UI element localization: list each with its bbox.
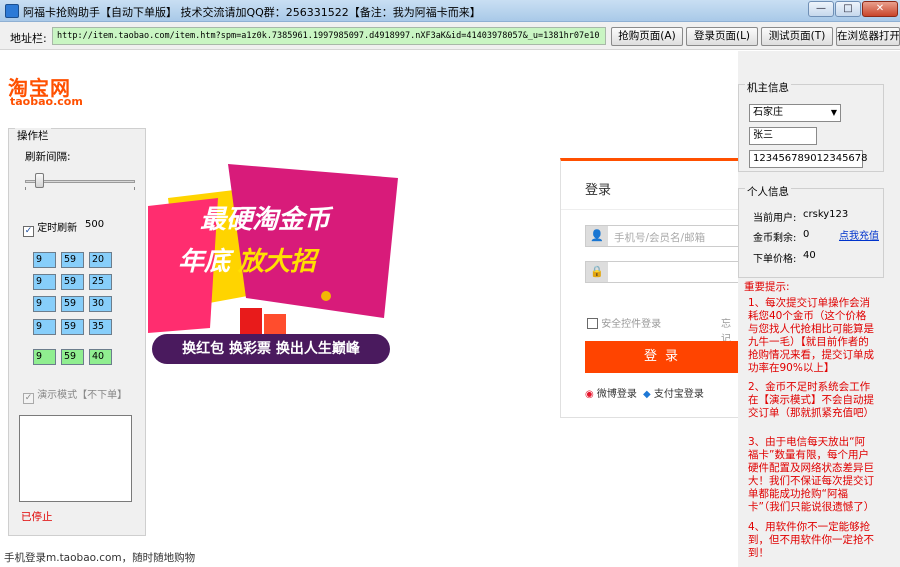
window-title: 阿福卡抢购助手【自动下单版】 技术交流请加QQ群：256331522【备注：我为… xyxy=(23,6,481,19)
username-field[interactable]: 👤 手机号/会员名/邮箱 xyxy=(585,225,745,247)
app-icon xyxy=(5,4,19,18)
time-hour-2[interactable]: 9 xyxy=(33,274,56,290)
operations-group: 操作栏 刷新间隔: ✓ 定时刷新 500 9 59 20 9 59 25 9 5… xyxy=(8,128,146,536)
time-hour-4[interactable]: 9 xyxy=(33,319,56,335)
alipay-login-label: 支付宝登录 xyxy=(653,389,704,400)
time-minute-4[interactable]: 59 xyxy=(61,319,84,335)
right-panel: 机主信息 石家庄 ▼ 张三 123456789012345678 个人信息 当前… xyxy=(738,51,900,567)
city-select[interactable]: 石家庄 ▼ xyxy=(749,104,841,122)
login-divider xyxy=(561,209,741,210)
recharge-link[interactable]: 点我充值 xyxy=(839,227,879,242)
weibo-login-label: 微博登录 xyxy=(596,389,637,400)
current-user-label: 当前用户: xyxy=(753,213,797,224)
password-field[interactable]: 🔒 xyxy=(585,261,745,283)
chevron-down-icon: ▼ xyxy=(830,108,837,117)
red-envelope-icon-2 xyxy=(264,314,286,336)
id-number-input[interactable]: 123456789012345678 xyxy=(749,150,868,168)
address-label: 地址栏: xyxy=(10,32,47,45)
timed-refresh-label: 定时刷新 xyxy=(37,223,78,234)
time-minute-1[interactable]: 59 xyxy=(61,252,84,268)
current-time-hour: 9 xyxy=(33,349,56,365)
notice-title: 重要提示: xyxy=(744,281,790,293)
coins-value: 0 xyxy=(803,229,810,240)
refresh-interval-slider[interactable] xyxy=(25,173,135,190)
machine-info-title: 机主信息 xyxy=(745,80,791,95)
gold-coin-icon xyxy=(321,291,331,301)
slider-thumb[interactable] xyxy=(35,173,44,188)
login-page-button[interactable]: 登录页面(L) xyxy=(686,27,758,46)
notice-tip-1: 1、每次提交订单操作会消耗您40个金币（这个价格与您找人代抢相比可能算是九牛一毛… xyxy=(748,297,874,374)
notice-tip-2: 2、金币不足时系统会工作在【演示模式】不会自动提交订单（那就抓紧充值吧） xyxy=(748,381,874,419)
status-text: 已停止 xyxy=(21,511,53,523)
login-button[interactable]: 登录 xyxy=(585,341,745,373)
banner-headline-1: 最硬淘金币 xyxy=(200,205,334,235)
banner-magenta-shape xyxy=(228,164,398,318)
red-envelope-icon xyxy=(240,308,262,334)
price-value: 40 xyxy=(803,250,816,261)
safe-login-checkbox[interactable] xyxy=(587,318,598,329)
username-placeholder: 手机号/会员名/邮箱 xyxy=(614,232,706,244)
personal-info-title: 个人信息 xyxy=(745,184,791,199)
maximize-button[interactable]: □ xyxy=(835,1,861,17)
timed-refresh-checkbox[interactable]: ✓ xyxy=(23,226,34,237)
banner-cta-button[interactable]: 换红包 换彩票 换出人生巅峰 xyxy=(152,334,390,364)
personal-info-group: 个人信息 当前用户: crsky123 金币剩余: 0 点我充值 下单价格: 4… xyxy=(738,184,884,278)
name-input[interactable]: 张三 xyxy=(749,127,817,145)
safe-login-option[interactable]: 安全控件登录 xyxy=(587,315,661,330)
demo-mode-checkbox[interactable]: ✓ xyxy=(23,393,34,404)
price-label: 下单价格: xyxy=(753,254,797,265)
address-toolbar: 地址栏: http://item.taobao.com/item.htm?spm… xyxy=(0,22,900,50)
time-minute-3[interactable]: 59 xyxy=(61,296,84,312)
slider-ticks xyxy=(25,187,135,190)
time-minute-2[interactable]: 59 xyxy=(61,274,84,290)
weibo-icon: ◉ xyxy=(585,389,594,400)
time-hour-3[interactable]: 9 xyxy=(33,296,56,312)
time-second-4[interactable]: 35 xyxy=(89,319,112,335)
timed-refresh-value: 500 xyxy=(85,219,105,230)
alipay-login-link[interactable]: ◆ 支付宝登录 xyxy=(643,385,704,400)
time-hour-1[interactable]: 9 xyxy=(33,252,56,268)
log-textbox[interactable] xyxy=(19,415,132,502)
test-page-button[interactable]: 测试页面(T) xyxy=(761,27,833,46)
coins-label: 金币剩余: xyxy=(753,233,797,244)
operations-group-title: 操作栏 xyxy=(15,128,51,143)
timed-refresh-option[interactable]: ✓ 定时刷新 xyxy=(23,219,77,237)
alipay-icon: ◆ xyxy=(643,389,651,400)
open-in-browser-button[interactable]: 在浏览器打开 xyxy=(836,27,900,46)
weibo-login-link[interactable]: ◉ 微博登录 xyxy=(585,385,637,400)
title-bar: 阿福卡抢购助手【自动下单版】 技术交流请加QQ群：256331522【备注：我为… xyxy=(0,0,900,22)
demo-mode-label: 演示模式【不下单】 xyxy=(37,390,128,401)
refresh-interval-label: 刷新间隔: xyxy=(25,151,71,163)
time-second-2[interactable]: 25 xyxy=(89,274,112,290)
user-icon: 👤 xyxy=(586,226,608,246)
current-time-second: 40 xyxy=(89,349,112,365)
close-button[interactable]: ✕ xyxy=(862,1,898,17)
current-user-value: crsky123 xyxy=(803,209,849,220)
mobile-login-text[interactable]: 手机登录m.taobao.com，随时随地购物 xyxy=(4,550,195,565)
minimize-button[interactable]: — xyxy=(808,1,834,17)
lock-icon: 🔒 xyxy=(586,262,608,282)
login-title: 登录 xyxy=(585,183,612,198)
notice-tip-3: 3、由于电信每天放出“阿福卡”数量有限，每个用户硬件配置及网络状态差异巨大！我们… xyxy=(748,436,875,513)
time-second-1[interactable]: 20 xyxy=(89,252,112,268)
snapup-page-button[interactable]: 抢购页面(A) xyxy=(611,27,683,46)
taobao-logo-domain: taobao.com xyxy=(10,95,83,108)
login-panel: 登录 👤 手机号/会员名/邮箱 🔒 安全控件登录 忘记 登录 ◉ 微博登录 ◆ … xyxy=(560,158,745,418)
machine-info-group: 机主信息 石家庄 ▼ 张三 123456789012345678 xyxy=(738,80,884,172)
city-value: 石家庄 xyxy=(753,107,783,118)
current-time-minute: 59 xyxy=(61,349,84,365)
time-second-3[interactable]: 30 xyxy=(89,296,112,312)
banner-headline-2a: 年底 xyxy=(178,247,235,277)
safe-login-label: 安全控件登录 xyxy=(601,319,662,330)
demo-mode-option[interactable]: ✓ 演示模式【不下单】 xyxy=(23,386,127,404)
banner-headline-2b: 放大招 xyxy=(237,247,320,277)
notice-tip-4: 4、用软件你不一定能够抢到，但不用软件你一定抢不到！ xyxy=(748,521,874,559)
address-input[interactable]: http://item.taobao.com/item.htm?spm=a1z0… xyxy=(52,27,606,45)
